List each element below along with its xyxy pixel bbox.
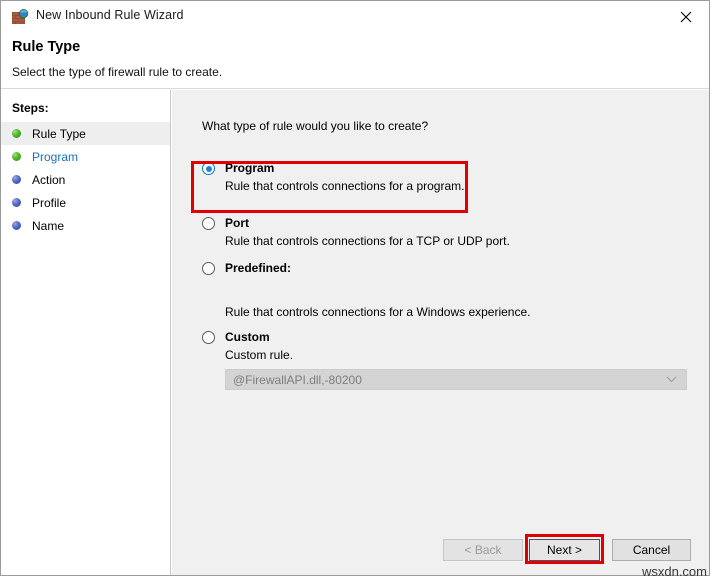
step-bullet-icon	[12, 129, 21, 138]
sidebar-item-program[interactable]: Program	[1, 145, 170, 168]
sidebar-item-label: Program	[32, 150, 78, 164]
option-program-row[interactable]: Program	[202, 161, 464, 175]
radio-predefined[interactable]	[202, 262, 215, 275]
step-bullet-icon	[12, 221, 21, 230]
predefined-combobox[interactable]: @FirewallAPI.dll,-80200	[225, 369, 687, 390]
step-bullet-icon	[12, 152, 21, 161]
close-button[interactable]	[663, 1, 709, 32]
step-bullet-icon	[12, 175, 21, 184]
option-predefined-description: Rule that controls connections for a Win…	[225, 305, 531, 319]
steps-heading: Steps:	[12, 101, 49, 115]
sidebar-item-profile[interactable]: Profile	[1, 191, 170, 214]
window-title: New Inbound Rule Wizard	[36, 8, 184, 22]
sidebar-item-label: Name	[32, 219, 64, 233]
option-program-label: Program	[225, 161, 274, 175]
close-icon	[680, 11, 692, 23]
option-port-row[interactable]: Port	[202, 216, 510, 230]
radio-port[interactable]	[202, 217, 215, 230]
step-bullet-icon	[12, 198, 21, 207]
option-port-label: Port	[225, 216, 249, 230]
sidebar-item-label: Action	[32, 173, 65, 187]
sidebar-item-label: Profile	[32, 196, 66, 210]
new-inbound-rule-wizard-window: New Inbound Rule Wizard Rule Type Select…	[0, 0, 710, 576]
page-subtitle: Select the type of firewall rule to crea…	[12, 65, 222, 79]
chevron-down-icon	[666, 370, 677, 389]
option-port[interactable]: Port Rule that controls connections for …	[202, 216, 510, 248]
page-title: Rule Type	[12, 39, 80, 55]
title-bar: New Inbound Rule Wizard	[1, 1, 709, 32]
option-predefined-row[interactable]: Predefined:	[202, 261, 291, 275]
next-button[interactable]: Next >	[529, 539, 600, 561]
option-predefined-label: Predefined:	[225, 261, 291, 275]
steps-sidebar: Steps: Rule Type Program Action Profile …	[1, 90, 171, 575]
option-program-description: Rule that controls connections for a pro…	[225, 179, 464, 193]
steps-list: Rule Type Program Action Profile Name	[1, 122, 170, 237]
option-custom-description: Custom rule.	[225, 348, 293, 362]
watermark: wsxdn.com	[642, 564, 707, 579]
firewall-icon	[12, 9, 29, 25]
content-panel: What type of rule would you like to crea…	[172, 90, 709, 575]
sidebar-item-action[interactable]: Action	[1, 168, 170, 191]
option-program[interactable]: Program Rule that controls connections f…	[202, 161, 464, 193]
predefined-combobox-value: @FirewallAPI.dll,-80200	[226, 373, 362, 387]
option-predefined[interactable]: Predefined:	[202, 261, 291, 275]
option-custom-row[interactable]: Custom	[202, 330, 293, 344]
sidebar-item-rule-type[interactable]: Rule Type	[1, 122, 170, 145]
option-custom-label: Custom	[225, 330, 270, 344]
radio-program[interactable]	[202, 162, 215, 175]
sidebar-item-name[interactable]: Name	[1, 214, 170, 237]
question-text: What type of rule would you like to crea…	[202, 119, 428, 133]
sidebar-item-label: Rule Type	[32, 127, 86, 141]
back-button[interactable]: < Back	[443, 539, 523, 561]
cancel-button[interactable]: Cancel	[612, 539, 691, 561]
option-custom[interactable]: Custom Custom rule.	[202, 330, 293, 362]
page-header: Rule Type Select the type of firewall ru…	[1, 32, 709, 89]
option-port-description: Rule that controls connections for a TCP…	[225, 234, 510, 248]
radio-custom[interactable]	[202, 331, 215, 344]
